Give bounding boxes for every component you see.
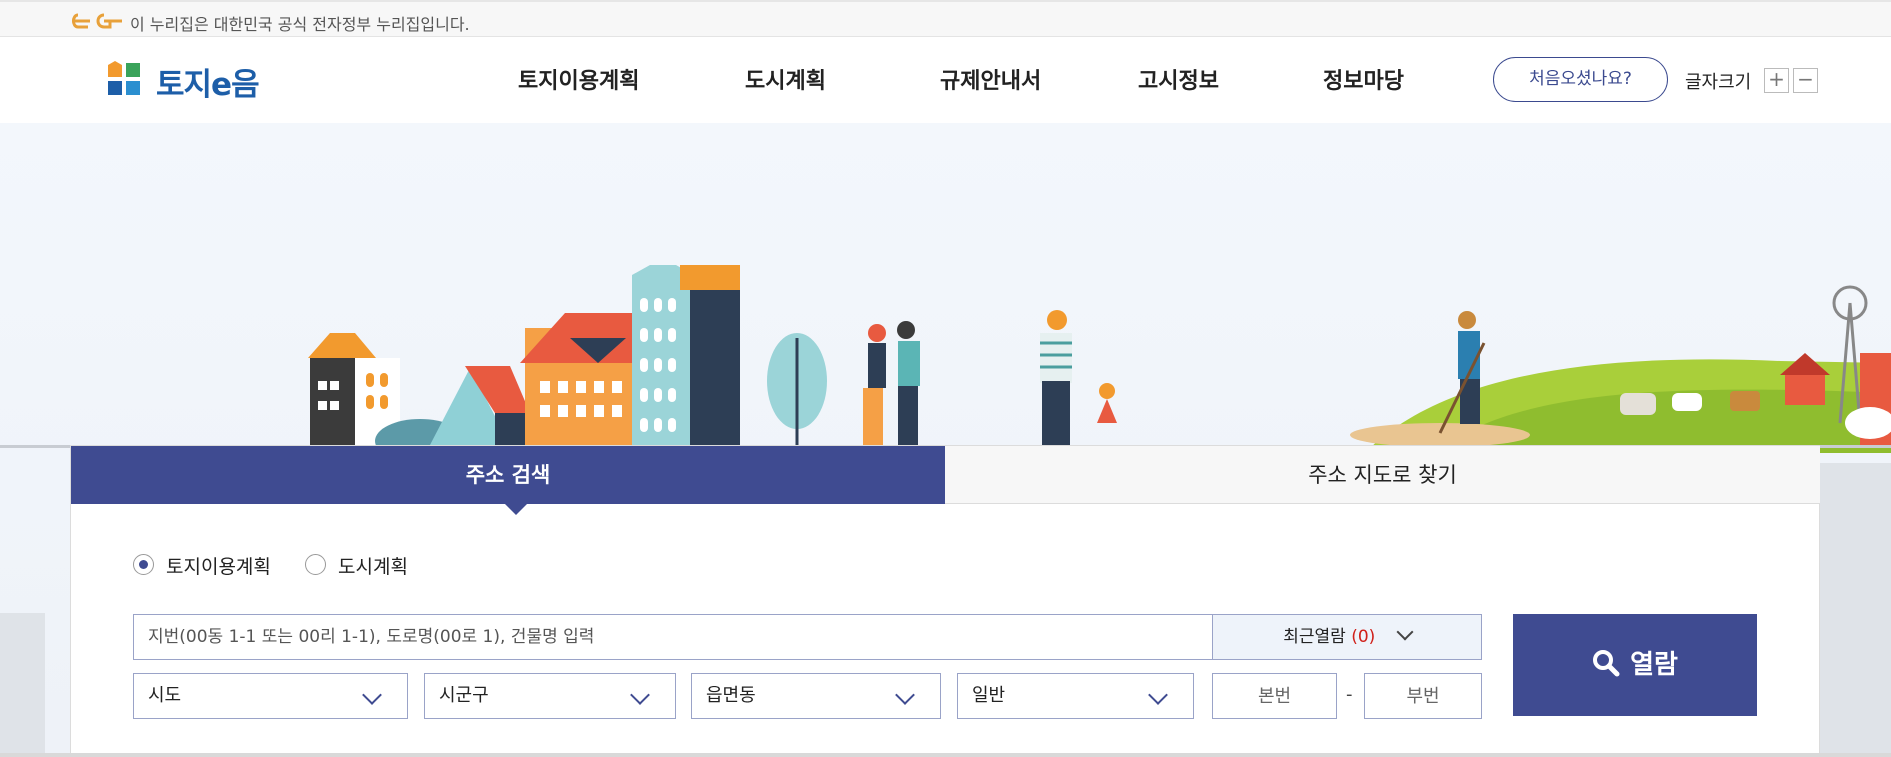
view-search-button[interactable]: 열람 bbox=[1513, 614, 1757, 716]
page-bottom-edge bbox=[0, 753, 1891, 757]
recent-views-label: 최근열람 bbox=[1283, 627, 1346, 647]
font-size-increase-button[interactable]: + bbox=[1764, 68, 1789, 93]
nav-land-use-plan[interactable]: 토지이용계획 bbox=[518, 63, 639, 95]
sub-lot-number-input[interactable] bbox=[1364, 673, 1482, 719]
font-size-label: 글자크기 bbox=[1685, 72, 1752, 93]
sido-select[interactable]: 시도 bbox=[133, 673, 408, 719]
site-logo-text: 토지e음 bbox=[156, 67, 260, 103]
chevron-down-icon bbox=[895, 685, 915, 705]
chevron-down-icon bbox=[1148, 685, 1168, 705]
sigungu-select[interactable]: 시군구 bbox=[424, 673, 676, 719]
gov-banner-text: 이 누리집은 대한민국 공식 전자정부 누리집입니다. bbox=[130, 15, 470, 34]
first-visit-button[interactable]: 처음오셨나요? bbox=[1493, 57, 1668, 102]
search-icon bbox=[1593, 649, 1620, 676]
main-lot-number-input[interactable] bbox=[1212, 673, 1337, 719]
radio-city-plan-label: 도시계획 bbox=[338, 556, 408, 578]
land-type-select-value: 일반 bbox=[972, 685, 1006, 706]
address-search-panel: 주소 검색 주소 지도로 찾기 토지이용계획 도시계획 최근열람 (0) 열람 … bbox=[70, 445, 1820, 757]
nav-info-plaza[interactable]: 정보마당 bbox=[1323, 63, 1404, 95]
recent-views-count: (0) bbox=[1351, 627, 1376, 647]
tab-address-search[interactable]: 주소 검색 bbox=[71, 446, 945, 504]
chevron-down-icon bbox=[630, 685, 650, 705]
radio-unchecked-icon bbox=[305, 554, 326, 575]
chevron-down-icon bbox=[362, 685, 382, 705]
site-logo[interactable]: 토지e음 bbox=[106, 59, 286, 103]
gov-banner: 이 누리집은 대한민국 공식 전자정부 누리집입니다. bbox=[0, 0, 1891, 37]
eupmyeondong-select-value: 읍면동 bbox=[706, 685, 756, 706]
view-search-button-label: 열람 bbox=[1630, 650, 1678, 680]
tab-find-on-map[interactable]: 주소 지도로 찾기 bbox=[945, 446, 1820, 504]
site-header: 토지e음 토지이용계획 도시계획 규제안내서 고시정보 정보마당 처음오셨나요?… bbox=[0, 37, 1891, 123]
nav-city-plan[interactable]: 도시계획 bbox=[745, 63, 826, 95]
chevron-down-icon bbox=[1396, 623, 1414, 641]
land-type-select[interactable]: 일반 bbox=[957, 673, 1194, 719]
address-search-input[interactable] bbox=[133, 614, 1213, 660]
radio-land-use-plan-label: 토지이용계획 bbox=[166, 556, 271, 578]
recent-views-dropdown[interactable]: 최근열람 (0) bbox=[1212, 614, 1482, 660]
nav-regulation-guide[interactable]: 규제안내서 bbox=[940, 63, 1041, 95]
sido-select-value: 시도 bbox=[148, 685, 182, 706]
active-tab-pointer bbox=[505, 504, 527, 515]
eupmyeondong-select[interactable]: 읍면동 bbox=[691, 673, 941, 719]
sigungu-select-value: 시군구 bbox=[439, 685, 489, 706]
nav-notice-info[interactable]: 고시정보 bbox=[1138, 63, 1219, 95]
font-size-decrease-button[interactable]: − bbox=[1793, 68, 1818, 93]
radio-checked-icon bbox=[133, 554, 154, 575]
egov-logo-icon bbox=[72, 13, 122, 29]
lot-number-separator: - bbox=[1346, 684, 1353, 705]
logo-mark-icon bbox=[108, 61, 140, 95]
